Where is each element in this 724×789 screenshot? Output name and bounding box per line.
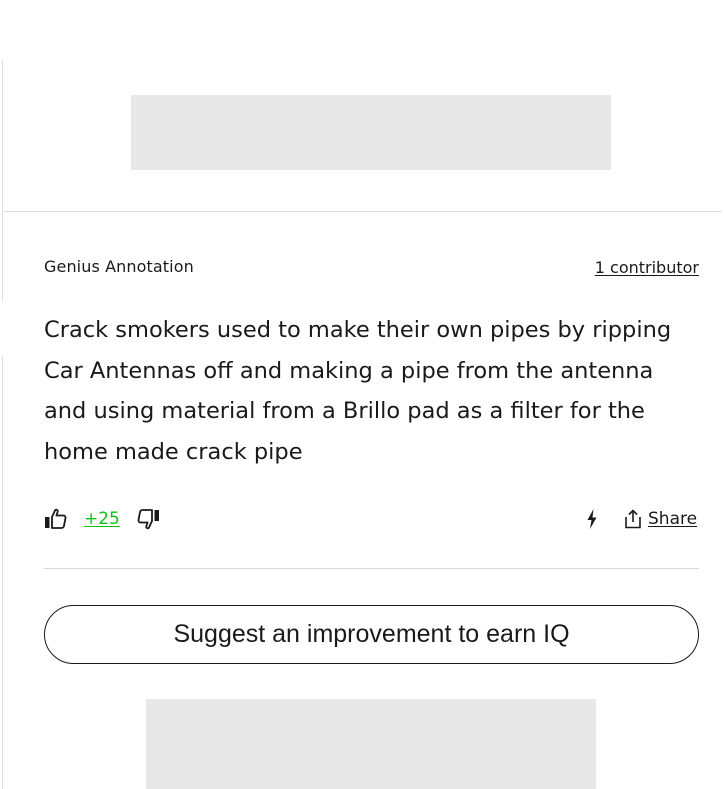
action-divider: [44, 568, 699, 569]
share-button[interactable]: Share: [624, 505, 697, 533]
section-divider: [2, 211, 722, 212]
left-border-line: [2, 212, 3, 302]
annotation-action-bar: +25 Share: [44, 505, 699, 535]
suggest-improvement-button[interactable]: Suggest an improvement to earn IQ: [44, 605, 699, 664]
annotation-body: Crack smokers used to make their own pip…: [44, 317, 672, 465]
left-border-line: [2, 356, 3, 789]
ad-placeholder-bottom: [146, 699, 596, 789]
left-border-line: [2, 60, 3, 212]
thumbs-down-icon[interactable]: [136, 507, 160, 531]
share-label: Share: [648, 509, 698, 529]
thumbs-up-icon[interactable]: [44, 507, 68, 531]
ad-placeholder-top: [131, 95, 611, 170]
contributors-link[interactable]: 1 contributor: [595, 258, 699, 277]
annotation-header: Genius Annotation 1 contributor: [44, 255, 699, 281]
annotation-label: Genius Annotation: [44, 257, 194, 276]
lightning-bolt-icon[interactable]: [584, 507, 600, 531]
share-icon: [625, 509, 641, 529]
vote-count[interactable]: +25: [84, 509, 120, 529]
